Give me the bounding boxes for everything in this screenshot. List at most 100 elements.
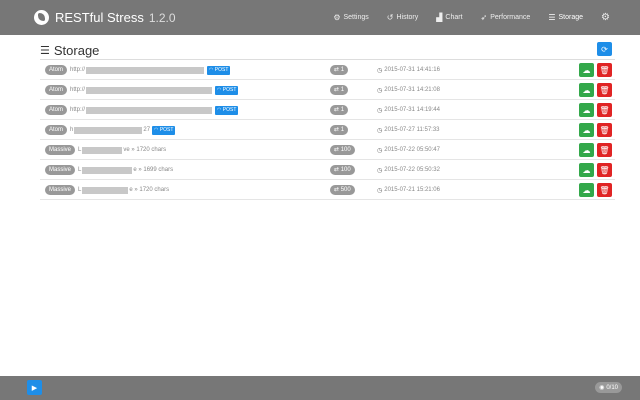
cloud-icon: ☁ (582, 105, 591, 115)
refresh-icon: ⟳ (601, 44, 608, 54)
database-icon: ☰ (548, 13, 556, 22)
retweet-icon: ⇄ (334, 167, 340, 173)
refresh-button[interactable]: ⟳ (597, 42, 612, 56)
repeat-count-badge: ⇄ 1 (330, 65, 349, 75)
payload-size: » 1699 chars (138, 167, 174, 173)
nav-history[interactable]: ↺ History (385, 0, 420, 35)
type-badge: Atom (45, 85, 68, 95)
timestamp: 2015-07-31 14:21:08 (384, 87, 440, 93)
cloud-icon: ☁ (582, 145, 591, 155)
delete-button[interactable]: 🗑 (597, 103, 612, 117)
table-row: Atom http:// ◠ POST ⇄ 1 ◷ 2015-07-31 14:… (40, 80, 615, 100)
method-badge: ◠ POST (215, 85, 239, 95)
load-button[interactable]: ☁ (579, 103, 594, 117)
count-cell: ⇄ 100 (330, 160, 355, 180)
play-icon: ▶ (31, 384, 38, 392)
repeat-count-badge: ⇄ 1 (330, 85, 349, 95)
clock-icon: ◷ (377, 167, 383, 174)
url-suffix: 27 (143, 127, 151, 133)
repeat-count-badge: ⇄ 500 (330, 185, 355, 195)
app-version: 1.2.0 (148, 10, 176, 25)
row-actions: ☁ 🗑 (576, 160, 612, 180)
nav-settings[interactable]: ⚙ Settings (331, 0, 370, 35)
url-prefix: L (78, 147, 82, 153)
nav-performance-label: Performance (490, 14, 531, 21)
url-prefix: http:// (70, 87, 86, 93)
bottom-bar: ▶ ◉ 0/10 (0, 376, 640, 400)
delete-button[interactable]: 🗑 (597, 63, 612, 77)
request-description: Atom h 27 ◠ POST (45, 120, 325, 140)
progress-badge: ◉ 0/10 (595, 382, 622, 393)
url-prefix: L (78, 167, 82, 173)
gear-icon[interactable]: ⚙ (601, 12, 610, 23)
trash-icon: 🗑 (599, 85, 610, 95)
history-icon: ↺ (386, 13, 394, 22)
table-row: Massive L e » 1699 chars ⇄ 100 ◷ 2015-07… (40, 160, 615, 180)
type-badge: Atom (45, 125, 68, 135)
date-cell: ◷ 2015-07-31 14:19:44 (377, 100, 440, 120)
url-prefix: http:// (70, 67, 86, 73)
load-button[interactable]: ☁ (579, 123, 594, 137)
trash-icon: 🗑 (599, 125, 610, 135)
retweet-icon: ⇄ (334, 147, 340, 153)
redacted-url (82, 166, 133, 174)
row-actions: ☁ 🗑 (576, 140, 612, 160)
request-description: Massive L ve » 1720 chars (45, 140, 325, 160)
nav-chart[interactable]: ▟ Chart (434, 0, 464, 35)
load-button[interactable]: ☁ (579, 143, 594, 157)
clock-icon: ◷ (377, 147, 383, 154)
table-row: Atom http:// ◠ POST ⇄ 1 ◷ 2015-07-31 14:… (40, 60, 615, 80)
url-prefix: h (70, 127, 74, 133)
load-button[interactable]: ☁ (579, 163, 594, 177)
date-cell: ◷ 2015-07-22 05:50:32 (377, 160, 440, 180)
storage-table: Atom http:// ◠ POST ⇄ 1 ◷ 2015-07-31 14:… (40, 59, 615, 200)
type-badge: Massive (45, 185, 76, 195)
timestamp: 2015-07-31 14:19:44 (384, 107, 440, 113)
redacted-url (82, 186, 129, 194)
retweet-icon: ⇄ (334, 87, 340, 93)
request-description: Atom http:// ◠ POST (45, 80, 325, 100)
load-button[interactable]: ☁ (579, 63, 594, 77)
nav-history-label: History (396, 14, 419, 21)
redacted-url (86, 66, 205, 74)
delete-button[interactable]: 🗑 (597, 83, 612, 97)
delete-button[interactable]: 🗑 (597, 183, 612, 197)
clock-icon: ◷ (377, 87, 383, 94)
load-button[interactable]: ☁ (579, 83, 594, 97)
method-badge: ◠ POST (207, 65, 231, 75)
rss-icon: ◠ (217, 106, 222, 113)
progress-text: 0/10 (606, 384, 618, 391)
retweet-icon: ⇄ (334, 187, 340, 193)
page-title: Storage (53, 42, 100, 58)
delete-button[interactable]: 🗑 (597, 123, 612, 137)
gears-icon: ⚙ (333, 13, 341, 22)
payload-size: » 1720 chars (131, 147, 167, 153)
rss-icon: ◠ (154, 126, 159, 133)
row-actions: ☁ 🗑 (576, 80, 612, 100)
url-prefix: L (78, 187, 82, 193)
top-navbar: RESTful Stress 1.2.0 ⚙ Settings ↺ Histor… (0, 0, 640, 35)
brand[interactable]: RESTful Stress 1.2.0 (34, 0, 176, 35)
redacted-url (86, 106, 213, 114)
play-button[interactable]: ▶ (27, 380, 42, 395)
timestamp: 2015-07-22 05:50:47 (384, 147, 440, 153)
row-actions: ☁ 🗑 (576, 180, 612, 200)
nav-storage[interactable]: ☰ Storage (546, 0, 585, 35)
area-chart-icon: ▟ (436, 13, 443, 22)
date-cell: ◷ 2015-07-21 15:21:06 (377, 180, 440, 200)
delete-button[interactable]: 🗑 (597, 163, 612, 177)
clock-icon: ◷ (377, 187, 383, 194)
method-badge: ◠ POST (215, 105, 239, 115)
count-cell: ⇄ 1 (330, 80, 349, 100)
nav-performance[interactable]: ➶ Performance (479, 0, 533, 35)
load-button[interactable]: ☁ (579, 183, 594, 197)
row-actions: ☁ 🗑 (576, 60, 612, 80)
type-badge: Atom (45, 105, 68, 115)
redacted-url (86, 86, 213, 94)
clock-icon: ◷ (377, 107, 383, 114)
delete-button[interactable]: 🗑 (597, 143, 612, 157)
timestamp: 2015-07-27 11:57:33 (384, 127, 440, 133)
row-actions: ☁ 🗑 (576, 120, 612, 140)
rss-icon: ◠ (217, 86, 222, 93)
database-icon: ☰ (40, 44, 50, 57)
